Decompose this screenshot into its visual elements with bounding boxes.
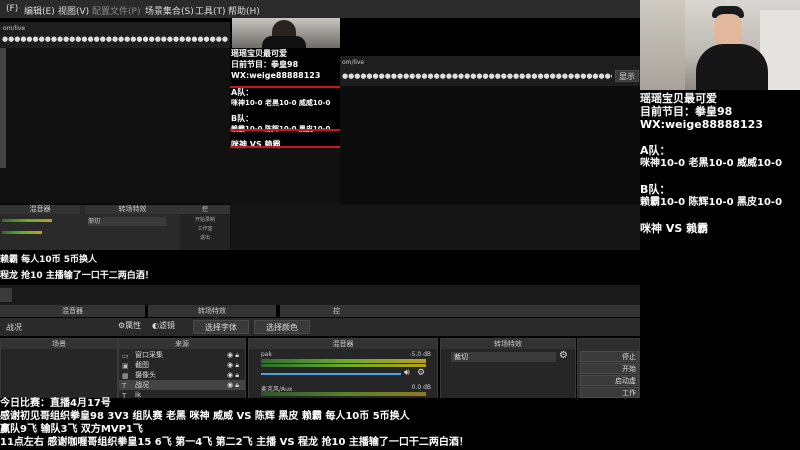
select-font-button[interactable]: 选择字体 — [193, 320, 249, 334]
menu-edit[interactable]: 编辑(E) — [24, 4, 55, 17]
overlay-line1: 瑶瑶宝贝最可爱 — [231, 49, 287, 58]
right-line1: 瑶瑶宝贝最可爱 — [640, 92, 717, 105]
control-header: 控 — [280, 305, 640, 317]
select-color-button[interactable]: 选择颜色 — [254, 320, 310, 334]
person-face — [714, 14, 742, 48]
nested-exit[interactable]: 退出 — [180, 234, 230, 241]
nested-mixer-panel: 混音器 转场特效 渐切 控 开始录制 工作室 退出 — [0, 205, 230, 250]
webcam-small — [232, 18, 340, 48]
right-info-panel: 瑶瑶宝贝最可爱 目前节目：拳皇98 WX:weige88888123 A队： 咪… — [640, 92, 800, 235]
red-line-1 — [230, 86, 340, 88]
source-type-icons: ▭ ▣ ▦ T T — [122, 352, 129, 400]
studio-button[interactable]: 工作 — [580, 387, 639, 398]
caption-line1: 今日比赛：直播4月17号 — [0, 398, 111, 409]
nested-studio[interactable]: 工作室 — [180, 225, 230, 232]
nested-transition-header: 转场特效 — [85, 205, 180, 214]
overlay-vs: 咪神 VS 赖霸 — [231, 140, 281, 149]
eye-icon[interactable]: ◉ 🔒︎ — [227, 360, 239, 370]
ticker-line1: 赖霸 每人10币 5币换人 — [0, 255, 98, 265]
webcam-feed — [640, 0, 800, 90]
stream-url-box[interactable]: om/live ●●●●●●●●●●●●●●●●●●●●●●●●●●●●●●●●… — [0, 22, 230, 48]
nested-controls: 控 开始录制 工作室 退出 — [180, 205, 230, 250]
speaker-icon[interactable]: 🔊︎ — [404, 368, 410, 378]
overlay-team-b: B队： — [231, 114, 254, 123]
transition-select[interactable]: 裁切 — [451, 352, 556, 362]
gear-icon[interactable]: ⚙ — [417, 368, 425, 378]
volume-slider[interactable] — [261, 373, 401, 375]
right-team-a: A队： — [640, 144, 671, 157]
status-strip — [0, 285, 640, 305]
nested-mixer-header: 混音器 — [0, 205, 80, 214]
transition-panel-header: 转场特效 — [441, 339, 575, 349]
source-item[interactable]: 窗口采集 ◉ 🔒︎ — [119, 350, 245, 360]
preview-area-2 — [230, 145, 340, 205]
menu-help[interactable]: 帮助(H) — [228, 4, 260, 17]
properties-button[interactable]: ⚙属性 — [118, 320, 141, 331]
overlay-team-a: A队： — [231, 88, 254, 97]
sources-panel: 来源 窗口采集 ◉ 🔒︎ 截图 ◉ 🔒︎ 摄像头 ◉ 🔒︎ 战况 ◉ 🔒︎ ik ▭ ▣ ▦… — [118, 338, 246, 400]
right-team-a-players: 咪神10-0 老黑10-0 威威10-0 — [640, 158, 783, 169]
overlay-text: 瑶瑶宝贝最可爱 日前节目：拳皇98 WX:weige88888123 A队： 咪… — [230, 48, 340, 149]
source-item[interactable]: 摄像头 ◉ 🔒︎ — [119, 370, 245, 380]
right-vs: 咪神 VS 赖霸 — [640, 222, 709, 235]
eye-icon[interactable]: ◉ 🔒︎ — [227, 380, 239, 390]
filter-icon: ◐ — [152, 321, 159, 330]
ticker-line2: 程龙 抢10 主播输了一口干二两白酒！ — [0, 271, 154, 281]
overlay-line3: WX:weige88888123 — [231, 71, 321, 80]
caption-line4: 11点左右 感谢咖喱哥组织拳皇15 6飞 第一4飞 第二2飞 主播 VS 程龙 … — [0, 437, 469, 448]
preview-area — [0, 48, 230, 204]
audio-mixer-header: 混音器 — [249, 339, 437, 349]
menu-tools[interactable]: 工具(T) — [195, 4, 226, 17]
transition-panel: 转场特效 裁切 ⚙ — [440, 338, 576, 400]
scenes-panel: 场景 — [0, 338, 118, 400]
filters-button[interactable]: ◐滤镜 — [152, 320, 175, 331]
red-line-2 — [230, 129, 340, 131]
desktop-audio-label: pak — [261, 351, 272, 358]
source-toolbar: 战况 ⚙属性 ◐滤镜 选择字体 选择颜色 — [0, 318, 640, 336]
right-line2: 目前节目：拳皇98 — [640, 105, 733, 118]
caption-line2: 感谢初见哥组织拳皇98 3V3 组队赛 老黑 咪神 威威 VS 陈辉 黑皮 赖霸… — [0, 411, 410, 422]
red-line-3 — [230, 146, 340, 148]
stop-stream-button[interactable]: 停止 — [580, 351, 639, 362]
caption-line3: 赢队9飞 输队3飞 双方MVP1飞 — [0, 424, 143, 435]
source-item[interactable]: 战况 ◉ 🔒︎ — [119, 380, 245, 390]
overlay-team-a-players: 咪神10-0 老黑10-0 威威10-0 — [231, 99, 331, 107]
start-record-button[interactable]: 开始 — [580, 363, 639, 374]
sources-header: 来源 — [119, 339, 245, 349]
mixer-header: 混音器 — [0, 305, 145, 317]
nested-filler — [230, 205, 640, 250]
audio-mixer-panel: 混音器 pak -5.0 dB 🔊︎ ⚙ 麦克风/Aux 0.0 dB — [248, 338, 438, 400]
gear-icon[interactable]: ⚙ — [559, 350, 568, 361]
eye-icon[interactable]: ◉ 🔒︎ — [227, 370, 239, 380]
right-team-b-players: 赖霸10-0 陈辉10-0 黑皮10-0 — [640, 197, 783, 208]
preview-area-3 — [340, 86, 640, 205]
nested-settings[interactable]: 开始录制 — [180, 216, 230, 223]
desktop-audio-db: -5.0 dB — [409, 351, 431, 358]
nested-fade-select[interactable]: 渐切 — [88, 217, 166, 226]
menu-file[interactable]: (F) — [6, 4, 18, 14]
url-fragment: om/live — [3, 25, 26, 32]
url-fragment-2: om/live — [342, 59, 365, 66]
right-line3: WX:weige88888123 — [640, 118, 763, 131]
controls-panel: 停止 开始 启动虚 工作 — [577, 338, 640, 400]
source-item[interactable]: 截图 ◉ 🔒︎ — [119, 360, 245, 370]
right-team-b: B队： — [640, 183, 671, 196]
menu-bar: (F) 编辑(E) 视图(V) 配置文件(P) 场景集合(S) 工具(T) 帮助… — [0, 0, 640, 18]
mic-audio-db: 0.0 dB — [411, 384, 431, 391]
eye-icon[interactable]: ◉ 🔒︎ — [227, 350, 239, 360]
transition-header: 转场特效 — [148, 305, 276, 317]
bottom-caption: 今日比赛：直播4月17号 感谢初见哥组织拳皇98 3V3 组队赛 老黑 咪神 威… — [0, 398, 800, 450]
menu-profile[interactable]: 配置文件(P) — [92, 4, 140, 17]
menu-view[interactable]: 视图(V) — [58, 4, 89, 17]
menu-scene-collection[interactable]: 场景集合(S) — [145, 4, 194, 17]
scenes-header: 场景 — [1, 339, 117, 349]
overlay-line2: 日前节目：拳皇98 — [231, 60, 299, 69]
person-body — [696, 44, 768, 90]
selected-source-name: 战况 — [6, 323, 22, 332]
stream-url-box-2[interactable]: om/live ●●●●●●●●●●●●●●●●●●●●●●●●●●●●●●●●… — [340, 56, 640, 86]
show-button[interactable]: 显示 — [615, 70, 639, 82]
studio-mode-button[interactable]: 启动虚 — [580, 375, 639, 386]
